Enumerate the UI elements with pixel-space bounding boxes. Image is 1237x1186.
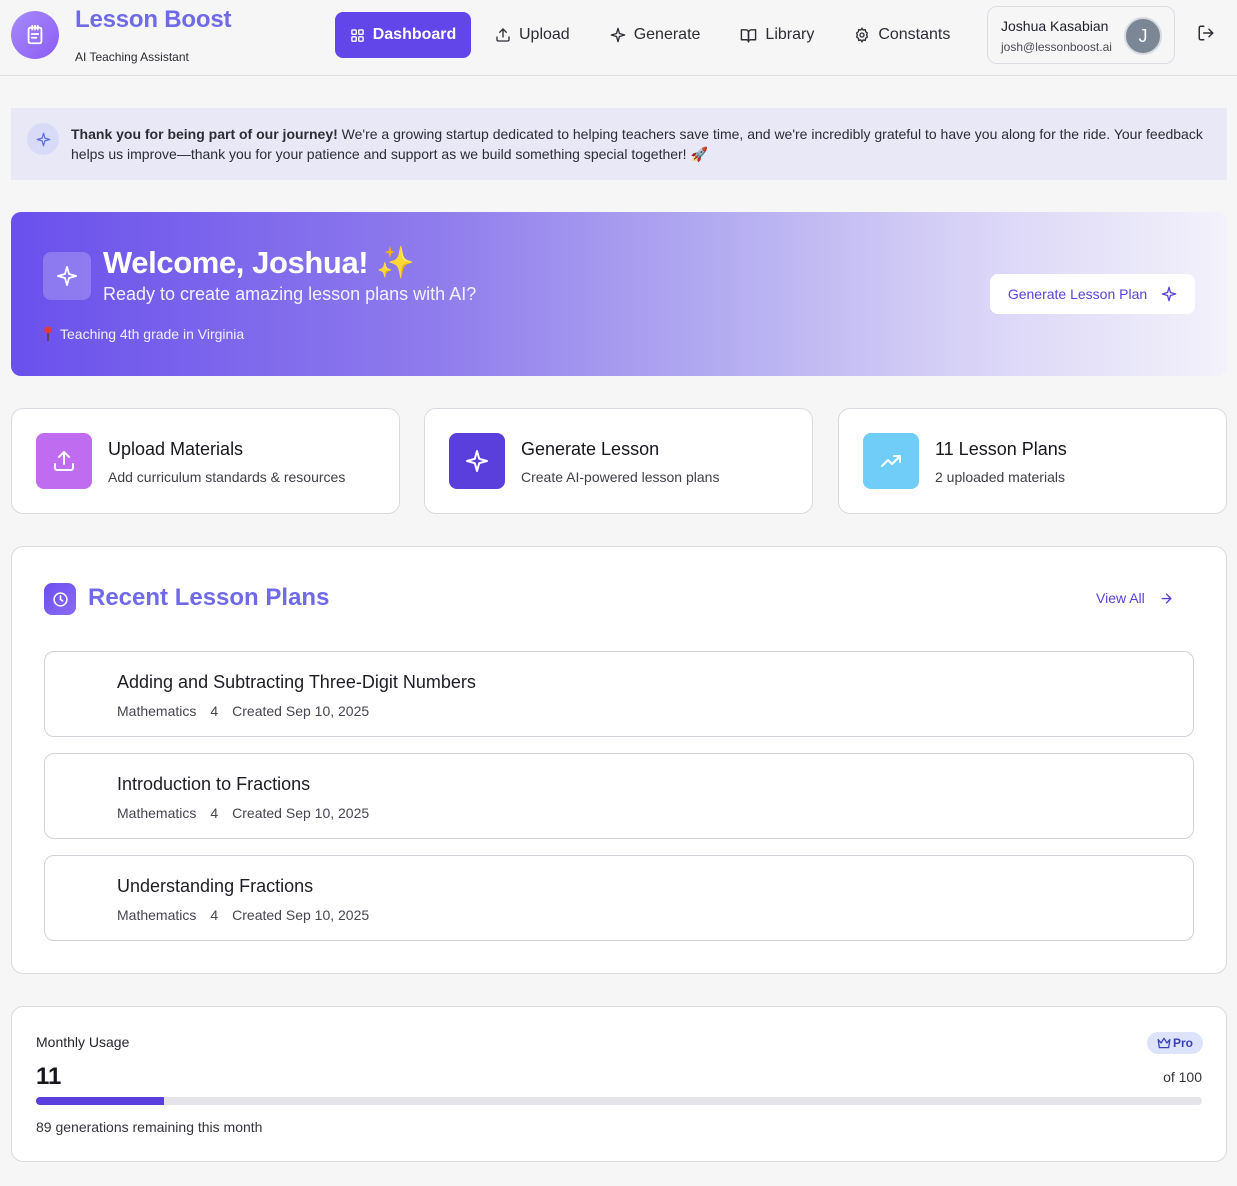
card-title: Generate Lesson [521,439,660,459]
upload-icon [495,27,511,43]
nav-item-upload[interactable]: Upload [479,12,586,58]
teaching-location-text: Teaching 4th grade in Virginia [60,326,245,342]
notice-bold: Thank you for being part of our journey! [71,126,338,142]
usage-label: Monthly Usage [36,1034,130,1050]
lesson-plan-item[interactable]: Adding and Subtracting Three-Digit Numbe… [44,651,1194,737]
welcome-title: Welcome, Joshua! ✨ [103,245,415,280]
crown-icon [1157,1037,1171,1049]
main-nav: Dashboard Upload Generate Library Consta… [335,12,974,58]
lesson-plan-item[interactable]: Understanding Fractions Mathematics 4 Cr… [44,855,1194,941]
logout-icon[interactable] [1197,24,1217,44]
usage-remaining: 89 generations remaining this month [36,1119,263,1135]
lesson-plan-meta: Mathematics 4 Created Sep 10, 2025 [117,907,369,923]
nav-item-label: Generate [633,26,701,43]
lesson-plan-meta: Mathematics 4 Created Sep 10, 2025 [117,703,369,719]
pin-icon [43,326,53,342]
pro-badge-label: Pro [1172,1036,1193,1050]
card-subtitle: 2 uploaded materials [935,469,1065,485]
lesson-plans-stats-card[interactable]: 11 Lesson Plans 2 uploaded materials [838,408,1227,514]
grid-icon [350,28,365,43]
nav-item-generate[interactable]: Generate [594,12,717,58]
lesson-plan-grade: 4 [210,907,219,923]
user-email: josh@lessonboost.ai [1001,40,1112,54]
monthly-usage-card: Monthly Usage Pro 11 of 100 89 generatio… [11,1006,1227,1162]
trending-up-icon [863,433,919,489]
brand-title[interactable]: Lesson Boost [75,6,231,34]
gear-icon [854,27,870,43]
sparkle-icon [610,27,626,43]
lesson-plan-title: Introduction to Fractions [117,774,311,794]
nav-item-label: Library [765,26,815,43]
generate-lesson-plan-button[interactable]: Generate Lesson Plan [990,274,1195,314]
view-all-link[interactable]: View All [1096,590,1174,606]
pro-badge: Pro [1147,1032,1203,1054]
view-all-label: View All [1096,590,1145,606]
lesson-plan-grade: 4 [210,805,219,821]
nav-item-label: Constants [878,26,951,43]
arrow-right-icon [1159,591,1174,606]
card-subtitle: Create AI-powered lesson plans [521,469,720,485]
lesson-plan-item[interactable]: Introduction to Fractions Mathematics 4 … [44,753,1194,839]
nav-item-library[interactable]: Library [724,12,830,58]
lesson-plan-created: Created Sep 10, 2025 [232,907,370,923]
lesson-plan-title: Adding and Subtracting Three-Digit Numbe… [117,672,476,692]
teaching-location: Teaching 4th grade in Virginia [43,326,244,342]
card-title: Upload Materials [108,439,244,459]
nav-item-constants[interactable]: Constants [838,12,966,58]
lesson-plan-created: Created Sep 10, 2025 [232,805,370,821]
lesson-plan-created: Created Sep 10, 2025 [232,703,370,719]
usage-progress-bar [36,1097,1202,1105]
sparkle-icon [43,252,91,300]
notice-text: Thank you for being part of our journey!… [71,124,1206,164]
brand-subtitle: AI Teaching Assistant [75,50,189,64]
button-label: Generate Lesson Plan [1007,286,1148,302]
usage-count: 11 [36,1063,62,1090]
sparkle-icon [449,433,505,489]
section-title: Recent Lesson Plans [88,584,330,611]
lesson-plan-meta: Mathematics 4 Created Sep 10, 2025 [117,805,369,821]
sparkle-icon [27,123,59,155]
lesson-plan-subject: Mathematics [117,805,197,821]
lesson-plan-subject: Mathematics [117,907,197,923]
lesson-plan-title: Understanding Fractions [117,876,314,896]
generate-lesson-card[interactable]: Generate Lesson Create AI-powered lesson… [424,408,813,514]
user-profile-card[interactable]: Joshua Kasabian josh@lessonboost.ai J [987,6,1175,64]
card-title: 11 Lesson Plans [935,439,1067,459]
book-icon [740,27,757,44]
card-subtitle: Add curriculum standards & resources [108,469,346,485]
nav-item-label: Dashboard [372,26,457,43]
usage-limit: of 100 [1163,1069,1202,1085]
thank-you-notice: Thank you for being part of our journey!… [11,108,1227,180]
welcome-subtitle: Ready to create amazing lesson plans wit… [103,284,477,304]
nav-item-dashboard[interactable]: Dashboard [335,12,471,58]
welcome-hero: Welcome, Joshua! ✨ Ready to create amazi… [11,212,1227,376]
avatar[interactable]: J [1124,17,1162,55]
upload-materials-card[interactable]: Upload Materials Add curriculum standard… [11,408,400,514]
upload-icon [36,433,92,489]
lesson-plan-grade: 4 [210,703,219,719]
clock-icon [44,583,76,615]
user-name: Joshua Kasabian [1001,18,1109,34]
nav-item-label: Upload [519,26,570,43]
notebook-icon[interactable] [11,11,59,59]
usage-progress-fill [36,1097,165,1105]
top-header: Lesson Boost AI Teaching Assistant Dashb… [0,0,1237,76]
lesson-plan-subject: Mathematics [117,703,197,719]
sparkle-icon [1161,286,1177,302]
recent-lesson-plans-panel: Recent Lesson Plans View All Adding and … [11,546,1227,974]
